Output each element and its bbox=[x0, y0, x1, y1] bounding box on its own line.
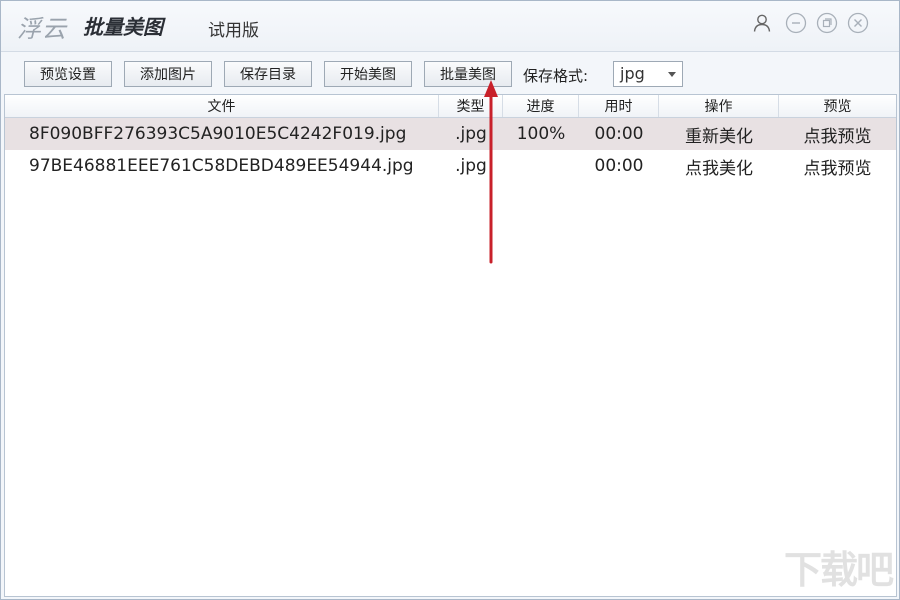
preview-settings-button[interactable]: 预览设置 bbox=[24, 61, 112, 87]
column-header-progress[interactable]: 进度 bbox=[503, 95, 579, 117]
file-type: .jpg bbox=[455, 156, 487, 176]
action-link[interactable]: 重新美化 bbox=[659, 118, 779, 150]
save-format-select[interactable]: jpg bbox=[613, 61, 683, 87]
column-header-preview[interactable]: 预览 bbox=[779, 95, 896, 117]
progress: 100% bbox=[516, 124, 566, 144]
restore-icon[interactable] bbox=[816, 12, 838, 34]
column-header-type[interactable]: 类型 bbox=[439, 95, 503, 117]
column-header-time[interactable]: 用时 bbox=[579, 95, 659, 117]
table-row[interactable]: 8F090BFF276393C5A9010E5C4242F019.jpg .jp… bbox=[5, 118, 896, 150]
title-bar: 浮云 批量美图 试用版 bbox=[1, 1, 899, 51]
table-row[interactable]: 97BE46881EEE761C58DEBD489EE54944.jpg .jp… bbox=[5, 150, 896, 182]
file-name: 97BE46881EEE761C58DEBD489EE54944.jpg bbox=[29, 156, 414, 176]
column-header-file[interactable]: 文件 bbox=[5, 95, 439, 117]
column-header-action[interactable]: 操作 bbox=[659, 95, 779, 117]
preview-link[interactable]: 点我预览 bbox=[779, 118, 896, 150]
save-format-value: jpg bbox=[620, 64, 645, 83]
add-images-button[interactable]: 添加图片 bbox=[124, 61, 212, 87]
close-icon[interactable] bbox=[847, 12, 869, 34]
edition-label: 试用版 bbox=[208, 21, 259, 41]
user-icon[interactable] bbox=[751, 12, 773, 34]
save-format-label: 保存格式: bbox=[523, 67, 589, 85]
preview-link[interactable]: 点我预览 bbox=[779, 150, 896, 182]
elapsed-time: 00:00 bbox=[594, 124, 644, 144]
file-name: 8F090BFF276393C5A9010E5C4242F019.jpg bbox=[29, 124, 407, 144]
file-type: .jpg bbox=[455, 124, 487, 144]
watermark-logo: 下载吧 bbox=[783, 548, 894, 592]
app-window: 浮云 批量美图 试用版 预览设置 添加图片 保存目录 开始美图 批量美图 保存格… bbox=[0, 0, 900, 600]
batch-beautify-button[interactable]: 批量美图 bbox=[424, 61, 512, 87]
progress bbox=[503, 150, 579, 182]
action-link[interactable]: 点我美化 bbox=[659, 150, 779, 182]
save-directory-button[interactable]: 保存目录 bbox=[224, 61, 312, 87]
app-logo: 浮云 bbox=[17, 15, 67, 43]
minimize-icon[interactable] bbox=[785, 12, 807, 34]
start-beautify-button[interactable]: 开始美图 bbox=[324, 61, 412, 87]
file-table: 文件 类型 进度 用时 操作 预览 8F090BFF276393C5A9010E… bbox=[4, 94, 897, 597]
toolbar: 预览设置 添加图片 保存目录 开始美图 批量美图 保存格式: jpg bbox=[1, 51, 899, 93]
app-name: 批量美图 bbox=[83, 15, 163, 39]
elapsed-time: 00:00 bbox=[594, 156, 644, 176]
table-header: 文件 类型 进度 用时 操作 预览 bbox=[5, 95, 896, 118]
dropdown-arrow-icon bbox=[668, 72, 676, 77]
